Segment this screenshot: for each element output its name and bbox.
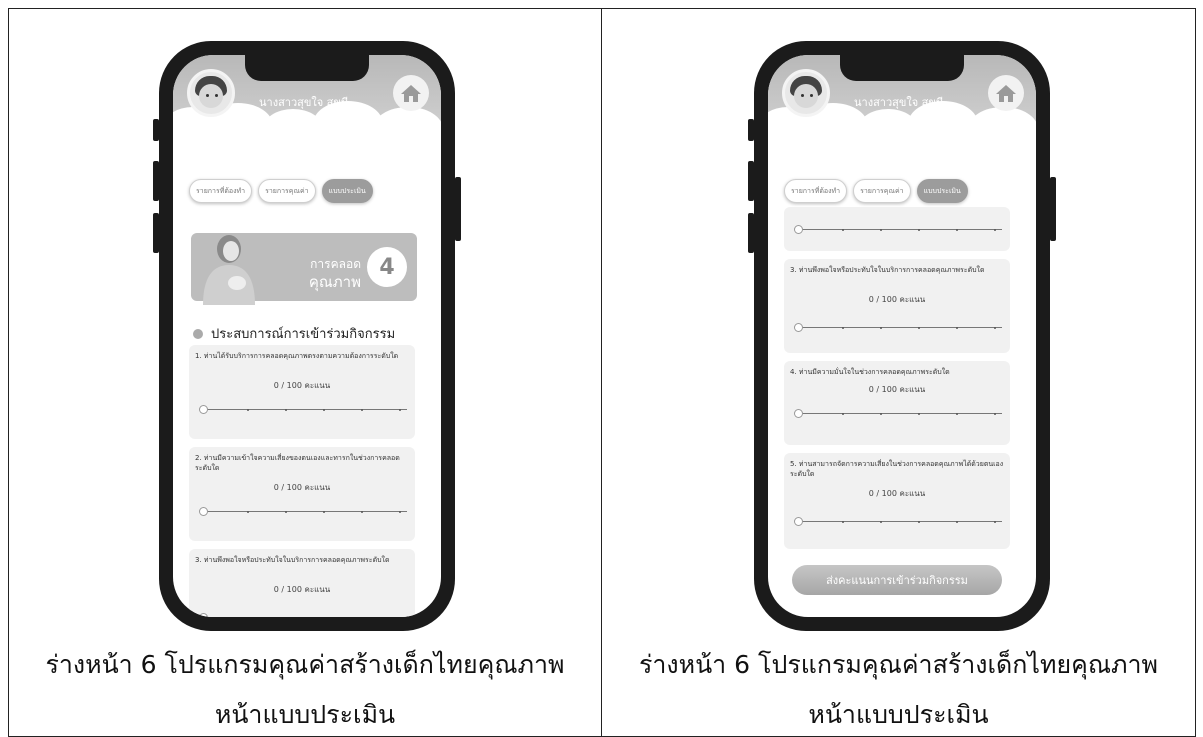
phone-mockup-1: นางสาวสุขใจ สุขมี รายการที่ต้องทำ รายการ…	[153, 41, 461, 631]
caption-line-2: หน้าแบบประเมิน	[808, 700, 989, 729]
phone-notch	[245, 55, 369, 81]
home-icon[interactable]	[393, 75, 429, 111]
score-text: 0 / 100 คะแนน	[868, 489, 926, 498]
phone-power-button	[455, 177, 461, 241]
slider-handle[interactable]	[794, 323, 803, 332]
submit-score-button[interactable]: ส่งคะแนนการเข้าร่วมกิจกรรม	[792, 565, 1002, 595]
caption-line-1: ร่างหน้า 6 โปรแกรมคุณค่าสร้างเด็กไทยคุณภ…	[638, 650, 1159, 679]
score-slider-track[interactable]	[802, 229, 1002, 230]
score-slider-track[interactable]	[802, 327, 1002, 328]
phone-notch	[840, 55, 964, 81]
score-slider-track[interactable]	[207, 511, 407, 512]
question-card: 4. ท่านมีความมั่นใจในช่วงการคลอดคุณภาพระ…	[784, 361, 1010, 445]
question-card: 1. ท่านได้รับบริการการคลอดคุณภาพตรงตามคว…	[189, 345, 415, 439]
caption-line-1: ร่างหน้า 6 โปรแกรมคุณค่าสร้างเด็กไทยคุณภ…	[45, 650, 565, 679]
score-text: 0 / 100 คะแนน	[868, 385, 926, 394]
phone-power-button	[1050, 177, 1056, 241]
question-card	[784, 207, 1010, 251]
user-name: นางสาวสุขใจ สุขมี	[854, 96, 944, 109]
tab-bar: รายการที่ต้องทำ รายการคุณค่า แบบประเมิน	[784, 179, 1028, 203]
question-card: 5. ท่านสามารถจัดการความเสี่ยงในช่วงการคล…	[784, 453, 1010, 549]
banner-title: การคลอด คุณภาพ	[308, 257, 361, 291]
slider-handle[interactable]	[794, 225, 803, 234]
score-slider-track[interactable]	[802, 413, 1002, 414]
slider-handle[interactable]	[199, 613, 208, 617]
phone-side-button	[153, 161, 159, 201]
avatar[interactable]	[782, 69, 830, 117]
tab-values[interactable]: รายการคุณค่า	[853, 179, 911, 203]
bullet-icon	[193, 328, 203, 339]
slider-handle[interactable]	[794, 409, 803, 418]
question-card: 2. ท่านมีความเข้าใจความเสี่ยงของตนเองและ…	[189, 447, 415, 541]
score-slider-track[interactable]	[802, 521, 1002, 522]
phone-side-button	[748, 161, 754, 201]
score-text: 0 / 100 คะแนน	[273, 483, 331, 492]
mother-illustration	[203, 235, 255, 305]
home-icon[interactable]	[988, 75, 1024, 111]
question-card: 3. ท่านพึงพอใจหรือประทับใจในบริการการคลอ…	[784, 259, 1010, 353]
tab-todo[interactable]: รายการที่ต้องทำ	[784, 179, 848, 203]
tab-assessment[interactable]: แบบประเมิน	[321, 179, 373, 203]
slider-handle[interactable]	[794, 517, 803, 526]
phone-screen: นางสาวสุขใจ สุขมี รายการที่ต้องทำ รายการ…	[768, 55, 1036, 617]
caption-line-2: หน้าแบบประเมิน	[214, 700, 396, 729]
score-text: 0 / 100 คะแนน	[273, 585, 331, 594]
section-title: ประสบการณ์การเข้าร่วมกิจกรรม	[193, 323, 395, 344]
tab-bar: รายการที่ต้องทำ รายการคุณค่า แบบประเมิน	[189, 179, 433, 203]
phone-side-button	[748, 119, 754, 141]
score-slider-track[interactable]	[207, 409, 407, 410]
right-cell: นางสาวสุขใจ สุขมี รายการที่ต้องทำ รายการ…	[602, 9, 1195, 736]
user-name: นางสาวสุขใจ สุขมี	[259, 96, 349, 109]
phone-side-button	[153, 213, 159, 253]
slider-handle[interactable]	[199, 507, 208, 516]
mockup-table: นางสาวสุขใจ สุขมี รายการที่ต้องทำ รายการ…	[8, 8, 1196, 737]
phone-side-button	[748, 213, 754, 253]
avatar[interactable]	[187, 69, 235, 117]
tab-values[interactable]: รายการคุณค่า	[258, 179, 316, 203]
left-cell: นางสาวสุขใจ สุขมี รายการที่ต้องทำ รายการ…	[9, 9, 602, 736]
phone-screen: นางสาวสุขใจ สุขมี รายการที่ต้องทำ รายการ…	[173, 55, 441, 617]
phone-side-button	[153, 119, 159, 141]
score-text: 0 / 100 คะแนน	[868, 295, 926, 304]
banner-number-badge: 4	[367, 247, 407, 287]
tab-assessment[interactable]: แบบประเมิน	[916, 179, 968, 203]
tab-todo[interactable]: รายการที่ต้องทำ	[189, 179, 253, 203]
phone-mockup-2: นางสาวสุขใจ สุขมี รายการที่ต้องทำ รายการ…	[748, 41, 1056, 631]
slider-handle[interactable]	[199, 405, 208, 414]
score-text: 0 / 100 คะแนน	[273, 381, 331, 390]
question-card: 3. ท่านพึงพอใจหรือประทับใจในบริการการคลอ…	[189, 549, 415, 617]
